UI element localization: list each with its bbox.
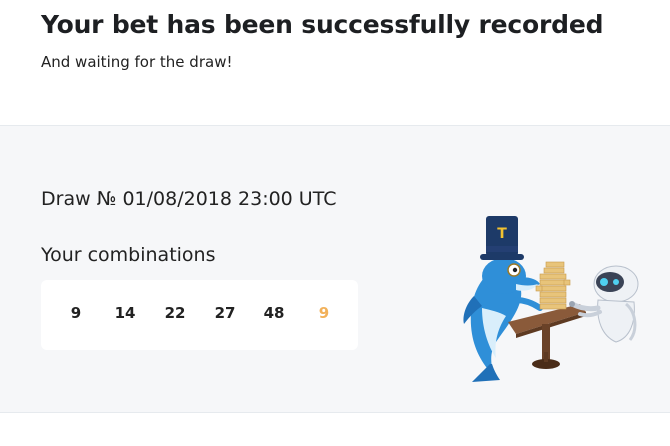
draw-info: Draw № 01/08/2018 23:00 UTC [41,188,337,210]
combinations-heading: Your combinations [41,244,216,266]
page: Your bet has been successfully recorded … [0,0,670,446]
confirmation-header: Your bet has been successfully recorded … [0,0,670,126]
combination-card: 9 14 22 27 48 9 [41,280,358,350]
page-subtitle: And waiting for the draw! [41,53,233,71]
bet-details-section: Draw № 01/08/2018 23:00 UTC Your combina… [0,126,670,413]
combination-number: 27 [214,304,236,322]
combination-number: 9 [70,304,82,322]
page-title: Your bet has been successfully recorded [41,10,604,39]
bonus-number: 9 [318,304,330,322]
dolphin-robot-jenga-illustration: T [463,216,639,382]
footer-area [0,413,670,446]
hat-letter: T [497,226,507,242]
combination-number: 22 [164,304,186,322]
combination-number: 48 [263,304,285,322]
combination-number: 14 [114,304,136,322]
